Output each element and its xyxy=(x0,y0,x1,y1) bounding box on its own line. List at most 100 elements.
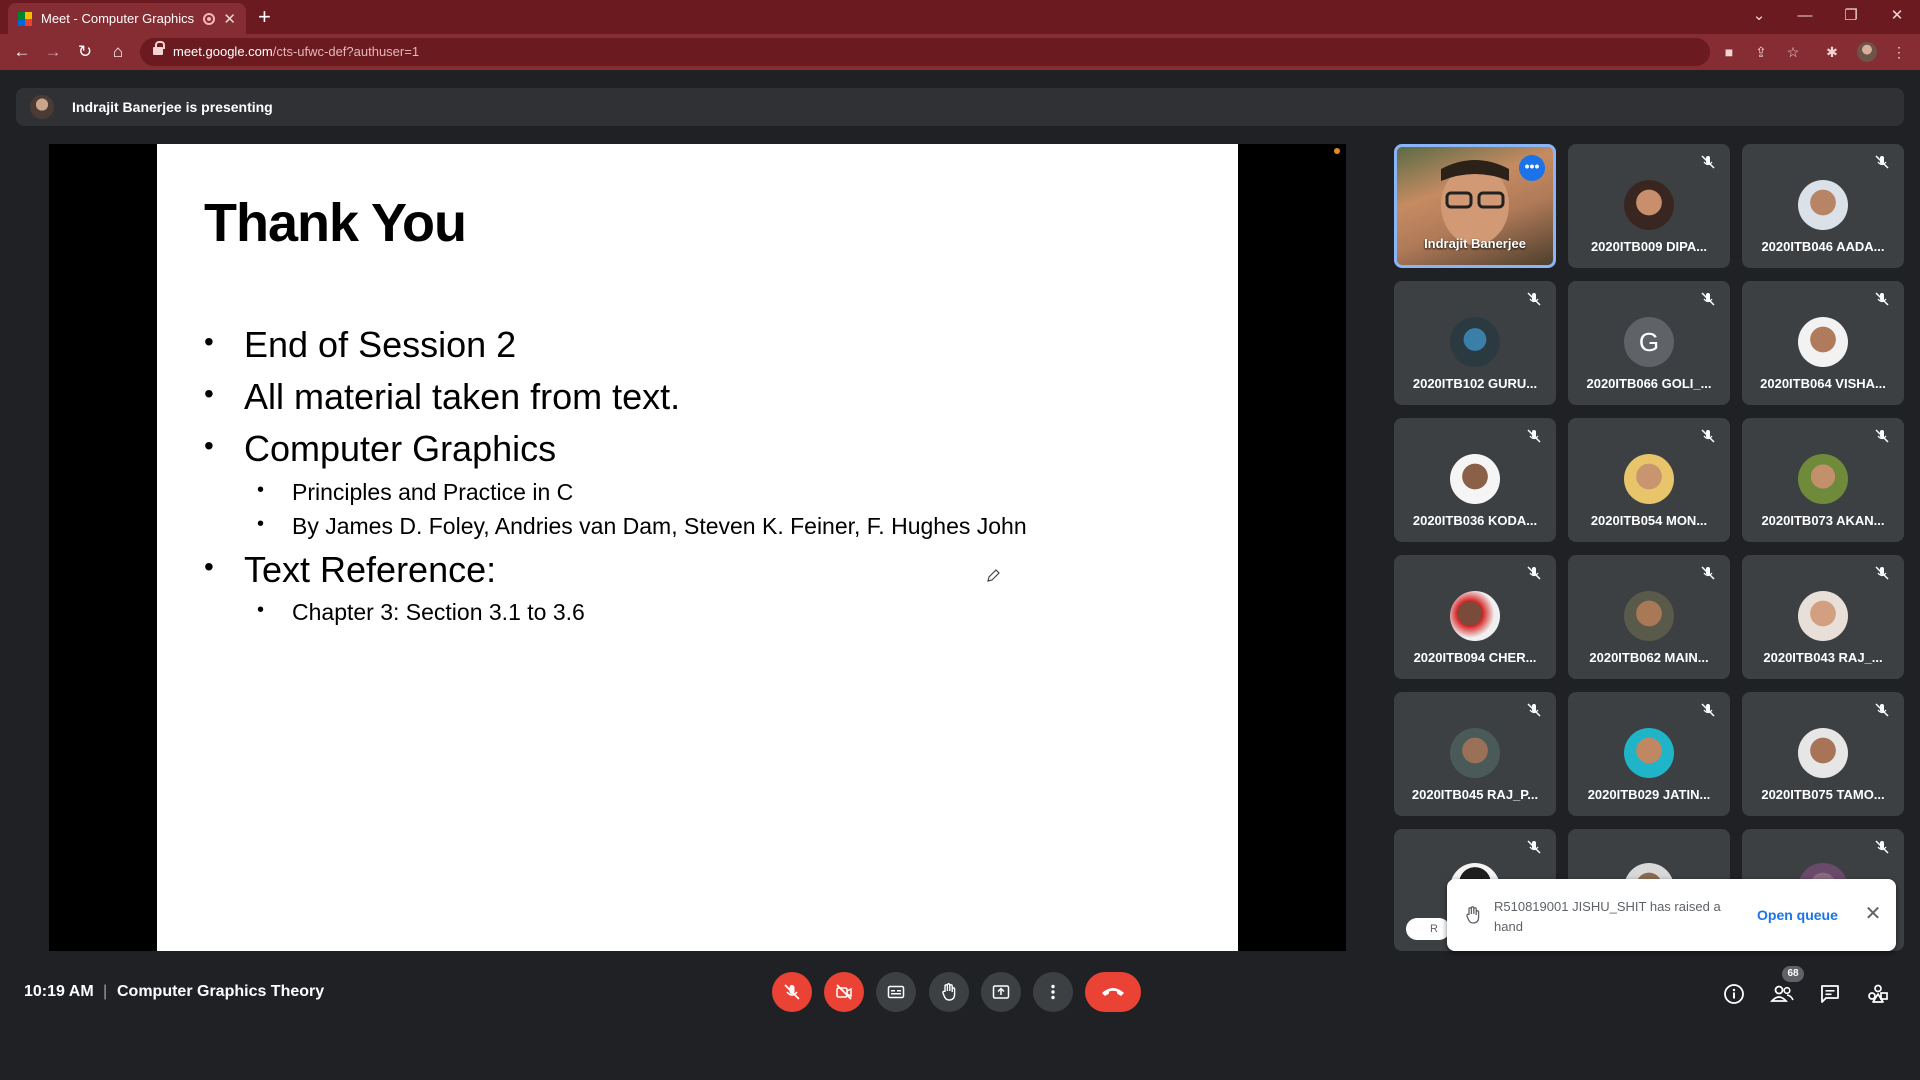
close-window-button[interactable]: ✕ xyxy=(1874,0,1920,30)
profile-avatar[interactable] xyxy=(1857,42,1877,62)
presenter-avatar xyxy=(30,95,54,119)
reload-icon[interactable]: ↻ xyxy=(73,41,97,63)
participant-name: 2020ITB045 RAJ_P... xyxy=(1411,787,1539,802)
participant-tile[interactable]: 2020ITB094 CHER... xyxy=(1394,555,1556,679)
toast-message: R510819001 JISHU_SHIT has raised a hand xyxy=(1494,899,1721,934)
annotation-pencil-icon xyxy=(987,569,1000,582)
participant-tile[interactable]: 2020ITB073 AKAN... xyxy=(1742,418,1904,542)
address-bar[interactable]: meet.google.com/cts-ufwc-def?authuser=1 xyxy=(140,38,1710,66)
mic-off-icon xyxy=(1701,155,1715,169)
participant-tile[interactable]: 2020ITB075 TAMO... xyxy=(1742,692,1904,816)
participant-count-badge: 68 xyxy=(1782,966,1804,982)
participant-avatar xyxy=(1798,454,1848,504)
leave-call-button[interactable] xyxy=(1085,972,1141,1012)
participant-name: 2020ITB046 AADA... xyxy=(1761,239,1885,254)
mic-off-icon xyxy=(1875,155,1889,169)
hand-icon xyxy=(942,983,956,1001)
bookmark-star-icon[interactable]: ☆ xyxy=(1784,43,1802,61)
activities-icon[interactable] xyxy=(1866,982,1890,1006)
mic-off-icon xyxy=(1527,429,1541,443)
meeting-details-icon[interactable] xyxy=(1722,982,1746,1006)
participant-name: 2020ITB054 MON... xyxy=(1590,513,1708,528)
separator: | xyxy=(103,983,108,1000)
toast-close-icon[interactable]: ✕ xyxy=(1862,903,1884,925)
mic-off-icon xyxy=(1875,292,1889,306)
meeting-controls-bar: 10:19 AM | Computer Graphics Theory 68 xyxy=(0,960,1920,1032)
browser-titlebar: Meet - Computer Graphics T ✕ + ⌄ — ❐ ✕ xyxy=(0,0,1920,34)
minimize-button[interactable]: — xyxy=(1782,0,1828,30)
participant-avatar xyxy=(1798,728,1848,778)
present-now-button[interactable] xyxy=(981,972,1021,1012)
participant-name: 2020ITB036 KODA... xyxy=(1412,513,1538,528)
slide-title: Thank You xyxy=(204,193,467,253)
tab-close-icon[interactable]: ✕ xyxy=(223,10,236,28)
meeting-clock: 10:19 AM xyxy=(24,983,94,1000)
participant-avatar xyxy=(1624,591,1674,641)
participant-name: 2020ITB102 GURU... xyxy=(1412,376,1538,391)
participant-tile[interactable]: 2020ITB045 RAJ_P... xyxy=(1394,692,1556,816)
open-queue-button[interactable]: Open queue xyxy=(1757,907,1838,923)
mic-off-icon xyxy=(1701,703,1715,717)
back-icon[interactable]: ← xyxy=(10,41,34,63)
participant-avatar xyxy=(1450,728,1500,778)
participant-avatar xyxy=(1798,180,1848,230)
forward-icon[interactable]: → xyxy=(41,41,65,63)
participant-tile[interactable]: 2020ITB029 JATIN... xyxy=(1568,692,1730,816)
more-options-button[interactable] xyxy=(1033,972,1073,1012)
browser-menu-icon[interactable]: ⋮ xyxy=(1890,43,1908,61)
participant-avatar xyxy=(1624,180,1674,230)
camera-toggle-button[interactable] xyxy=(824,972,864,1012)
participant-tile[interactable]: 2020ITB046 AADA... xyxy=(1742,144,1904,268)
raised-hand-toast: R510819001 JISHU_SHIT has raised a hand … xyxy=(1447,879,1896,951)
raised-hand-chip-text: R xyxy=(1430,923,1438,935)
participant-name: 2020ITB094 CHER... xyxy=(1413,650,1537,665)
participant-tile[interactable]: 2020ITB043 RAJ_... xyxy=(1742,555,1904,679)
people-icon[interactable] xyxy=(1770,982,1794,1006)
restore-button[interactable]: ❐ xyxy=(1828,0,1874,30)
presenting-text: Indrajit Banerjee is presenting xyxy=(72,99,273,115)
mic-off-icon xyxy=(1701,429,1715,443)
participant-avatar xyxy=(1798,591,1848,641)
participant-tile[interactable]: 2020ITB036 KODA... xyxy=(1394,418,1556,542)
participant-avatar xyxy=(1624,728,1674,778)
mic-off-icon xyxy=(1701,292,1715,306)
participant-name: 2020ITB029 JATIN... xyxy=(1587,787,1711,802)
participant-letter-avatar: G xyxy=(1624,317,1674,367)
participant-name: 2020ITB062 MAIN... xyxy=(1589,650,1709,665)
participant-tile[interactable]: 2020ITB009 DIPA... xyxy=(1568,144,1730,268)
new-tab-button[interactable]: + xyxy=(258,4,271,30)
recording-indicator-icon xyxy=(203,12,216,25)
participant-name: 2020ITB064 VISHA... xyxy=(1760,376,1886,391)
lock-icon xyxy=(153,41,165,57)
captions-button[interactable] xyxy=(876,972,916,1012)
participant-avatar xyxy=(1798,317,1848,367)
home-icon[interactable]: ⌂ xyxy=(106,41,130,63)
raise-hand-button[interactable] xyxy=(929,972,969,1012)
share-page-icon[interactable]: ⇪ xyxy=(1752,43,1770,61)
participant-avatar xyxy=(1450,454,1500,504)
participant-name: 2020ITB043 RAJ_... xyxy=(1763,650,1883,665)
mic-off-icon xyxy=(1875,566,1889,580)
participant-tile[interactable]: G 2020ITB066 GOLI_... xyxy=(1568,281,1730,405)
browser-tab[interactable]: Meet - Computer Graphics T ✕ xyxy=(8,3,246,34)
url-text: meet.google.com/cts-ufwc-def?authuser=1 xyxy=(173,44,420,59)
mic-off-icon xyxy=(1875,429,1889,443)
participant-tile[interactable]: 2020ITB102 GURU... xyxy=(1394,281,1556,405)
presentation-stage[interactable]: Thank You End of Session 2 All material … xyxy=(49,144,1346,951)
participant-tile[interactable]: 2020ITB062 MAIN... xyxy=(1568,555,1730,679)
mic-off-icon xyxy=(1527,566,1541,580)
participant-tile-self[interactable]: ••• Indrajit Banerjee xyxy=(1394,144,1556,268)
camera-in-use-icon[interactable]: ■ xyxy=(1720,43,1738,61)
participant-name: 2020ITB075 TAMO... xyxy=(1761,787,1885,802)
mic-off-icon xyxy=(1701,566,1715,580)
participant-tile[interactable]: 2020ITB054 MON... xyxy=(1568,418,1730,542)
participant-tile[interactable]: 2020ITB064 VISHA... xyxy=(1742,281,1904,405)
tab-search-icon[interactable]: ⌄ xyxy=(1736,0,1782,30)
mic-toggle-button[interactable] xyxy=(772,972,812,1012)
extensions-icon[interactable]: ✱ xyxy=(1823,43,1841,61)
meeting-title: Computer Graphics Theory xyxy=(117,983,325,1000)
camera-off-icon xyxy=(836,984,852,1000)
participant-avatar xyxy=(1624,454,1674,504)
chat-icon[interactable] xyxy=(1818,982,1842,1006)
participant-name: 2020ITB066 GOLI_... xyxy=(1586,376,1712,391)
